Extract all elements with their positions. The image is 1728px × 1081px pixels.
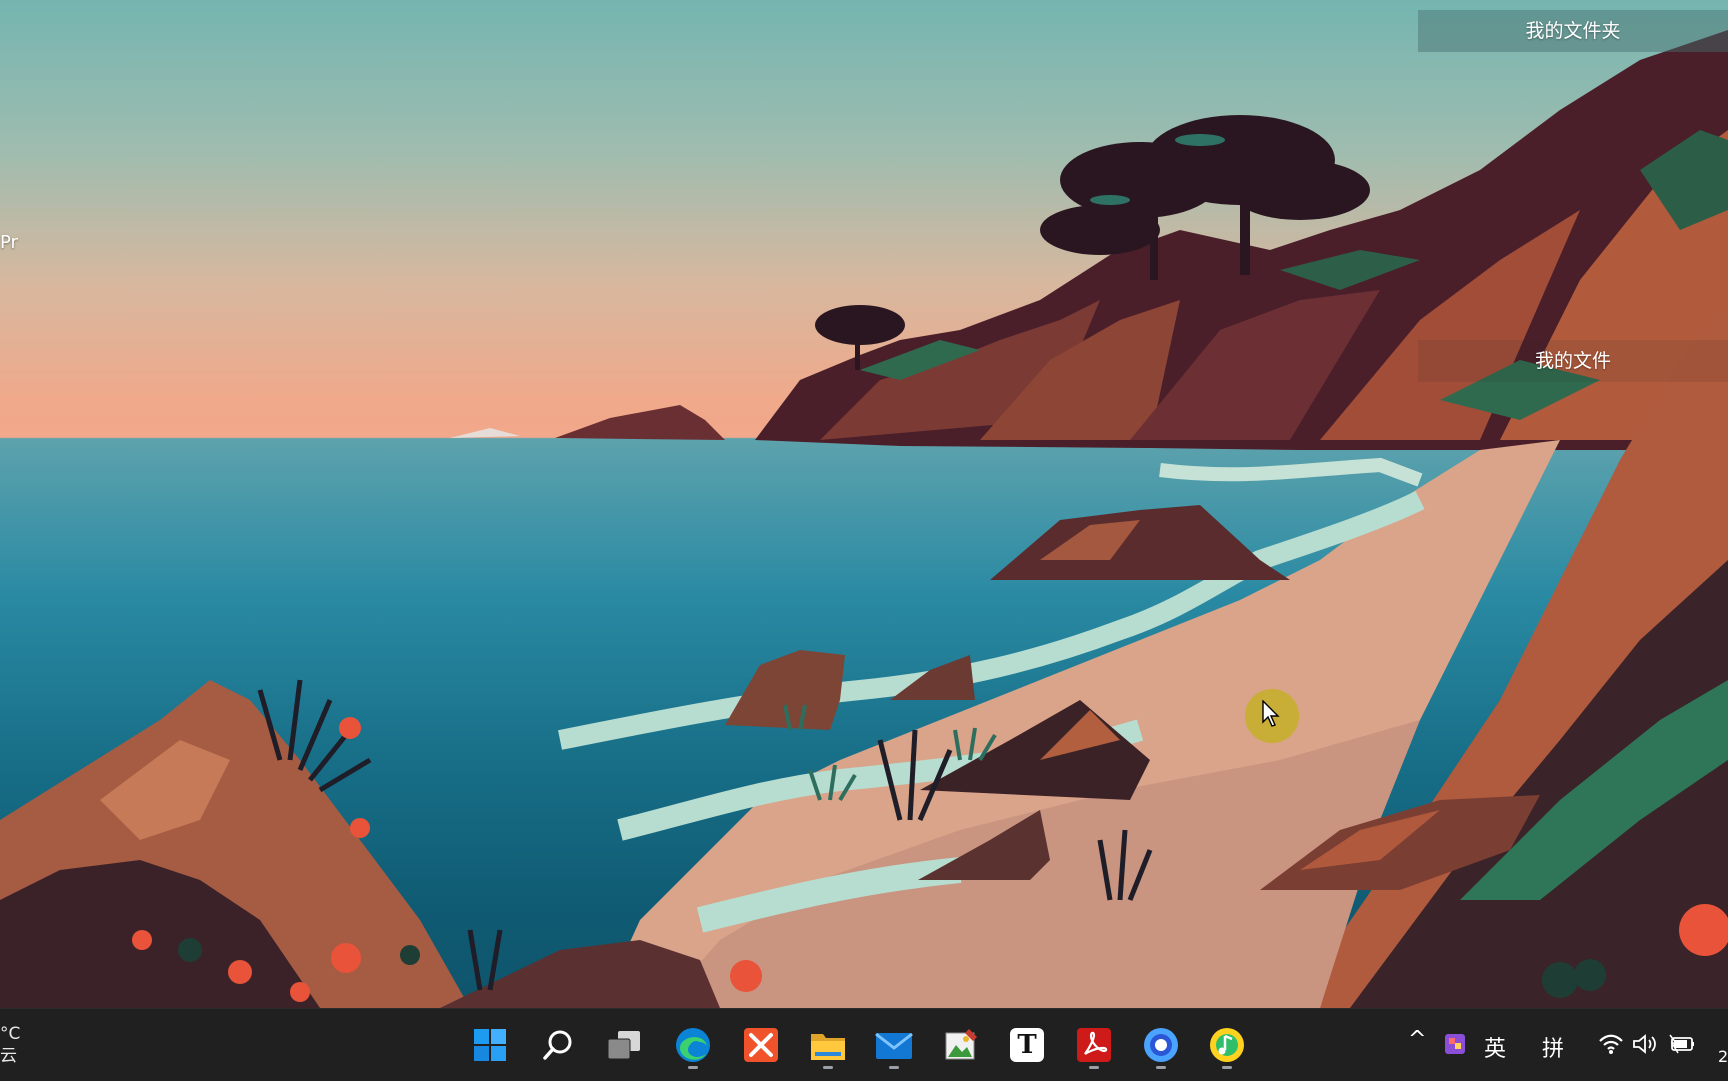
running-indicator	[889, 1066, 899, 1069]
desktop-folder-label[interactable]: 我的文件夹	[1418, 10, 1728, 52]
blue-circle-app-icon	[1144, 1028, 1178, 1062]
windows-start-icon	[474, 1029, 506, 1061]
music-app-button[interactable]	[1203, 1021, 1251, 1069]
typora-icon: T	[1010, 1028, 1044, 1062]
acrobat-button[interactable]	[1070, 1021, 1118, 1069]
music-app-icon	[1210, 1028, 1244, 1062]
task-view-icon	[607, 1031, 640, 1060]
xmind-button[interactable]	[737, 1021, 785, 1069]
search-button[interactable]	[534, 1021, 582, 1069]
mail-button[interactable]	[870, 1021, 918, 1069]
xmind-icon	[744, 1028, 778, 1062]
desktop-edge-label[interactable]: Pr	[0, 232, 18, 253]
running-indicator	[1156, 1066, 1166, 1069]
file-explorer-button[interactable]	[804, 1021, 852, 1069]
typora-icon-letter: T	[1017, 1030, 1037, 1060]
typora-button[interactable]: T	[1003, 1021, 1051, 1069]
taskbar: °C 云 T ^ 英 拼 2	[0, 1008, 1728, 1081]
clock-partial[interactable]: 2	[1718, 1047, 1728, 1066]
running-indicator	[1222, 1066, 1232, 1069]
desktop-wallpaper	[0, 0, 1728, 1080]
wifi-icon[interactable]	[1598, 1033, 1624, 1055]
photo-editor-icon	[945, 1029, 977, 1060]
search-icon	[543, 1030, 572, 1060]
running-indicator	[1089, 1066, 1099, 1069]
edge-browser-icon	[676, 1028, 710, 1062]
running-indicator	[823, 1066, 833, 1069]
weather-temp: °C	[0, 1024, 21, 1044]
volume-icon[interactable]	[1632, 1033, 1658, 1055]
ime-language-indicator[interactable]: 英	[1484, 1031, 1506, 1063]
show-hidden-icons-chevron[interactable]: ^	[1408, 1027, 1426, 1052]
running-indicator	[688, 1066, 698, 1069]
coastal-landscape-illustration	[0, 30, 1728, 1008]
circle-app-button[interactable]	[1137, 1021, 1185, 1069]
task-view-button[interactable]	[600, 1021, 648, 1069]
weather-condition: 云	[0, 1046, 17, 1066]
edge-browser-button[interactable]	[669, 1021, 717, 1069]
meeting-app-tray-icon[interactable]	[1443, 1031, 1467, 1057]
folder-icon	[811, 1034, 845, 1060]
mouse-pointer-icon	[1262, 700, 1280, 727]
photo-editor-button[interactable]	[937, 1021, 985, 1069]
ime-mode-indicator[interactable]: 拼	[1542, 1031, 1564, 1063]
weather-widget[interactable]: °C 云	[0, 1023, 20, 1067]
desktop-file-label[interactable]: 我的文件	[1418, 340, 1728, 382]
battery-charging-icon[interactable]	[1668, 1033, 1696, 1055]
start-button[interactable]	[466, 1021, 514, 1069]
acrobat-icon	[1077, 1028, 1111, 1062]
mail-icon	[875, 1032, 913, 1059]
